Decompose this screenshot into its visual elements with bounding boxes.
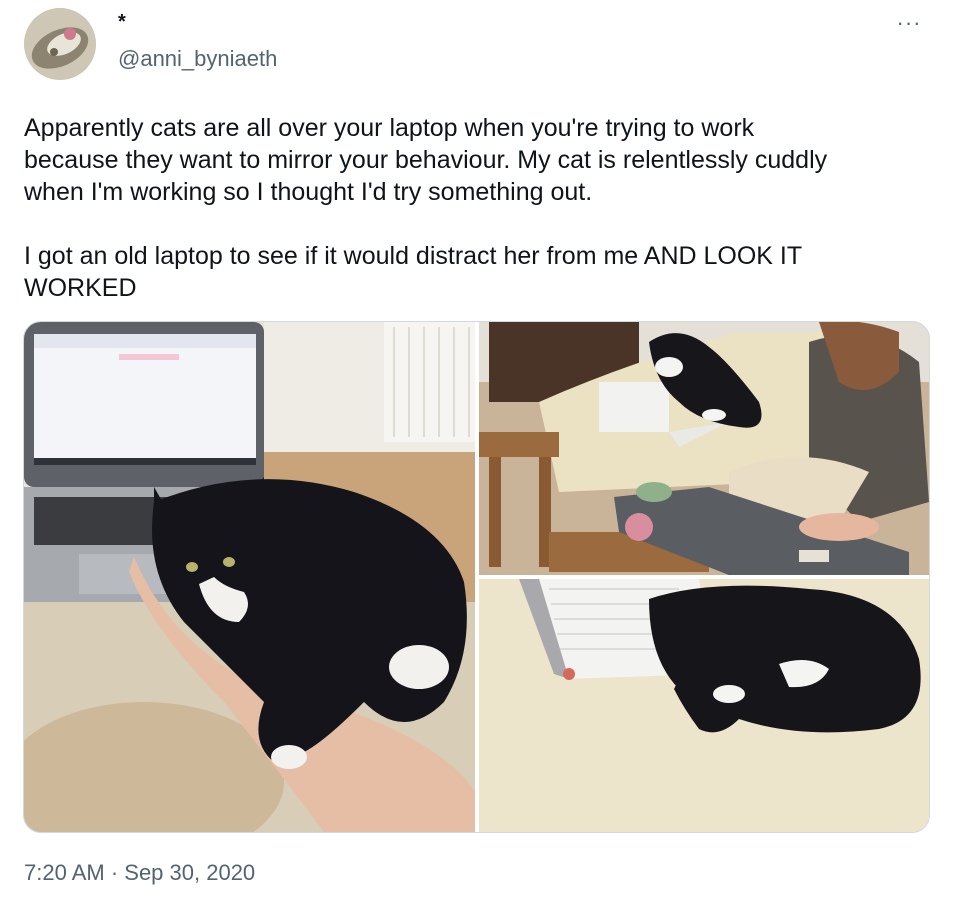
author-handle[interactable]: @anni_byniaeth xyxy=(118,46,277,72)
avatar-image xyxy=(24,8,96,80)
author-display-name[interactable]: * xyxy=(118,12,126,32)
more-horizontal-icon[interactable]: ··· xyxy=(894,12,924,36)
media-grid xyxy=(23,321,930,833)
author-avatar[interactable] xyxy=(24,8,96,80)
photo-cat-on-arm[interactable] xyxy=(24,322,475,832)
tweet-text: Apparently cats are all over your laptop… xyxy=(24,114,828,302)
photo-cat-curled-by-laptop[interactable] xyxy=(479,579,929,832)
tweet-timestamp[interactable]: 7:20 AM · Sep 30, 2020 xyxy=(24,860,255,886)
tweet: * @anni_byniaeth ··· Apparently cats are… xyxy=(0,0,954,904)
photo-cat-at-laptop-on-sofa[interactable] xyxy=(479,322,929,575)
